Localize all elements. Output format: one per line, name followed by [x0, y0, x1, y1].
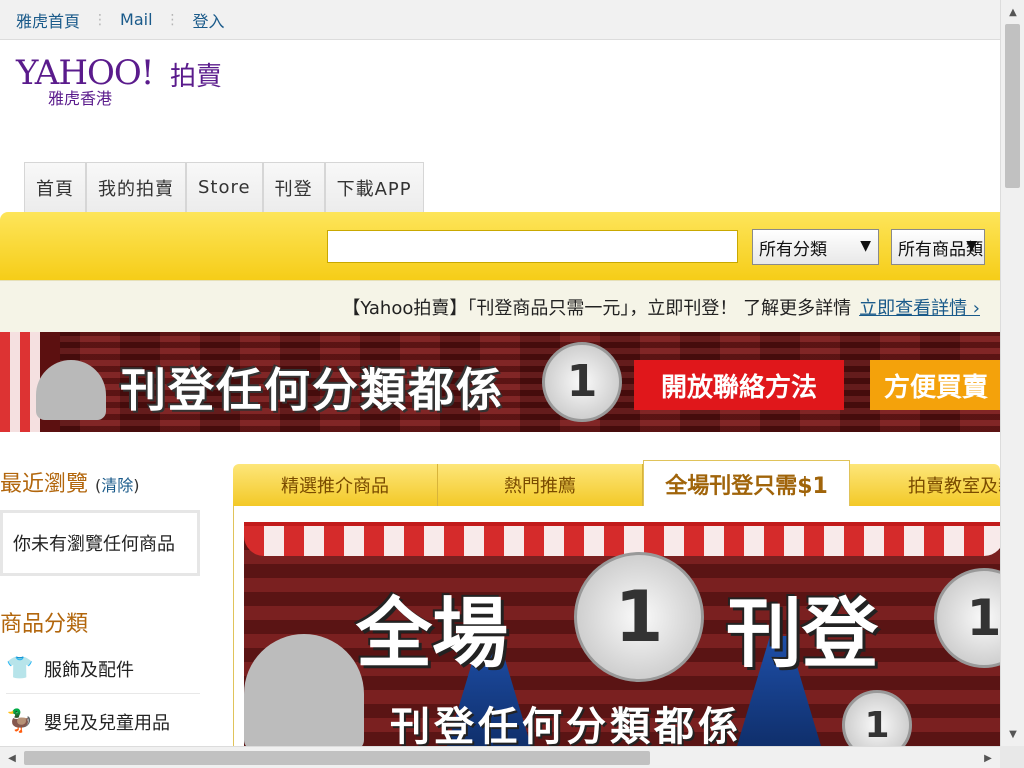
category-label: 服飾及配件: [44, 659, 134, 681]
top-utility-bar: 雅虎首頁 ⋮ Mail ⋮ 登入: [0, 0, 1000, 40]
promo-tab-featured[interactable]: 精選推介商品: [233, 464, 438, 506]
curtain-graphic: [0, 332, 40, 432]
recent-title-text: 最近瀏覽: [0, 472, 89, 497]
nav-tab-my-auction[interactable]: 我的拍賣: [86, 162, 186, 212]
promo-tab-guide[interactable]: 拍賣教室及新手上路: [850, 464, 1000, 506]
elephant-graphic: [244, 634, 364, 746]
nav-tab-store[interactable]: Store: [186, 162, 263, 212]
shirt-icon: 👕: [6, 656, 34, 681]
coin-value: 1: [966, 589, 1000, 647]
listing-promo-banner[interactable]: 全場 1 刊登 1 刊登任何分類都係 1: [244, 522, 1000, 746]
coin-value: 1: [566, 356, 598, 407]
nav-tab-sell[interactable]: 刊登: [262, 162, 325, 212]
dollar-coin-icon: 1: [934, 568, 1000, 668]
banner-orange-label: 方便買賣: [870, 360, 1000, 410]
separator: ⋮: [93, 11, 108, 28]
logo-section: 拍賣: [170, 62, 223, 92]
coin-value: 1: [864, 704, 890, 746]
coin-value: 1: [614, 576, 664, 658]
notice-text: 【Yahoo拍賣】「刊登商品只需一元」，立即刊登！ 了解更多詳情: [342, 297, 852, 319]
horizontal-scrollbar[interactable]: ◀ ▶: [0, 746, 1000, 768]
yahoo-auction-logo[interactable]: YAHOO! 雅虎香港 拍賣: [16, 53, 222, 108]
category-select[interactable]: 所有分類 ▼: [752, 229, 879, 265]
dropdown-arrow-icon: ▼: [860, 238, 871, 254]
dropdown-arrow-icon: ▼: [966, 238, 977, 254]
horizontal-scroll-thumb[interactable]: [24, 751, 650, 765]
promo-tab-hot[interactable]: 熱門推薦: [438, 464, 643, 506]
recent-clear-wrapper: (清除): [95, 476, 140, 495]
vertical-scroll-thumb[interactable]: [1005, 24, 1020, 188]
type-select[interactable]: 所有商品類 ▼: [891, 229, 985, 265]
dollar-coin-icon: 1: [542, 342, 622, 422]
scroll-down-arrow-icon[interactable]: ▼: [1001, 724, 1024, 744]
duck-icon: 🦆: [6, 709, 34, 734]
scroll-left-arrow-icon[interactable]: ◀: [2, 747, 22, 768]
nav-tab-home[interactable]: 首頁: [24, 162, 86, 212]
nav-tab-download-app[interactable]: 下載APP: [324, 162, 424, 212]
banner-right-text: 刊登: [726, 589, 878, 678]
browser-page: 雅虎首頁 ⋮ Mail ⋮ 登入 YAHOO! 雅虎香港 拍賣 首頁 我的拍賣 …: [0, 0, 1024, 768]
notice-strip: 【Yahoo拍賣】「刊登商品只需一元」，立即刊登！ 了解更多詳情 立即查看詳情 …: [0, 280, 1000, 332]
categories-title: 商品分類: [0, 612, 89, 637]
main-nav: 首頁 我的拍賣 Store 刊登 下載APP: [24, 162, 424, 212]
banner-left-text: 全場: [356, 589, 508, 678]
scroll-right-arrow-icon[interactable]: ▶: [978, 747, 998, 768]
promo-tab-listing-1-dollar[interactable]: 全場刊登只需$1: [643, 460, 850, 506]
dollar-coin-icon: 1: [574, 552, 704, 682]
notice-link[interactable]: 立即查看詳情 ›: [859, 294, 980, 320]
search-input[interactable]: [327, 230, 738, 263]
banner-sub-text: 刊登任何分類都係: [390, 704, 742, 746]
logo-brand: YAHOO!: [16, 53, 154, 93]
recent-clear-link[interactable]: 清除: [101, 476, 133, 495]
scroll-up-arrow-icon[interactable]: ▲: [1001, 2, 1024, 22]
recent-box-text: 你未有瀏覽任何商品: [13, 534, 175, 555]
home-link[interactable]: 雅虎首頁: [16, 8, 80, 32]
promo-banner[interactable]: 刊登任何分類都係 開放聯絡方法 方便買賣: [0, 332, 1000, 432]
recent-box: 你未有瀏覽任何商品: [0, 510, 200, 576]
mail-link[interactable]: Mail: [120, 10, 153, 29]
scrollbar-corner: [1000, 746, 1024, 768]
vertical-scrollbar[interactable]: ▲ ▼: [1000, 0, 1024, 746]
banner-headline: 刊登任何分類都係: [120, 363, 504, 417]
category-item[interactable]: 👕 服飾及配件: [6, 644, 200, 694]
login-link[interactable]: 登入: [193, 8, 225, 32]
banner-red-label: 開放聯絡方法: [634, 360, 844, 410]
category-label: 嬰兒及兒童用品: [44, 712, 170, 734]
recent-title: 最近瀏覽 (清除): [0, 466, 140, 498]
curtain-graphic: [244, 526, 1000, 556]
separator: ⋮: [165, 11, 180, 28]
category-item[interactable]: 🦆 嬰兒及兒童用品: [6, 697, 200, 747]
promo-tabs: 精選推介商品 熱門推薦 全場刊登只需$1 拍賣教室及新手上路: [233, 460, 1000, 506]
dollar-coin-icon: 1: [842, 690, 912, 746]
category-select-value: 所有分類: [759, 239, 827, 260]
